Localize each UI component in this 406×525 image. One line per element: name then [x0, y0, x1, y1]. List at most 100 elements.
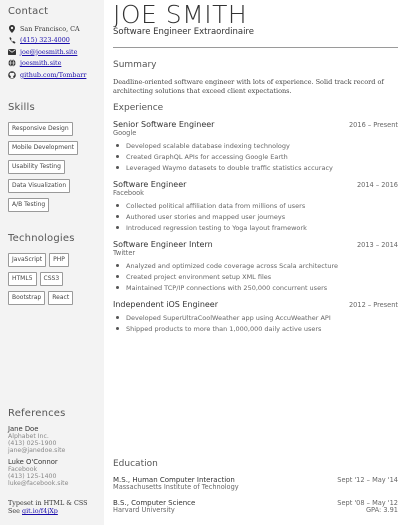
header-divider [113, 47, 398, 48]
person-title: Software Engineer Extraordinaire [113, 27, 254, 37]
list-item: Analyzed and optimized code coverage acr… [113, 260, 398, 271]
typeset-note: Typeset in HTML & CSS See git.io/f4jXp [8, 499, 104, 515]
list-item: Created project environment setup XML fi… [113, 271, 398, 282]
bullet-text: Authored user stories and mapped user jo… [126, 212, 286, 221]
summary-heading: Summary [113, 59, 157, 70]
reference-phone: (413) 125-1400 [8, 472, 57, 480]
contact-phone-link[interactable]: (415) 323-4000 [20, 36, 70, 44]
contact-email-link[interactable]: joe@joesmith.site [20, 48, 77, 56]
phone-icon [8, 36, 16, 44]
education-dates: Sept '12 – May '14 [337, 476, 398, 484]
job-title: Senior Software Engineer [113, 120, 215, 130]
bullet-text: Developed scalable database indexing tec… [126, 141, 290, 150]
job-bullets: Analyzed and optimized code coverage acr… [113, 260, 398, 293]
technology-tag: JavaScript [8, 252, 47, 267]
technology-tag: CSS3 [39, 271, 64, 286]
job-company: Twitter [113, 249, 136, 258]
contact-heading: Contact [8, 6, 49, 17]
reference-company: Facebook [8, 465, 38, 473]
reference-email: luke@facebook.site [8, 480, 69, 488]
experience-heading: Experience [113, 103, 164, 114]
contact-list: San Francisco, CA (415) 323-4000 joe@joe… [8, 23, 97, 81]
education-entry: B.S., Computer Science Sept '08 – May '1… [113, 499, 398, 515]
contact-email[interactable]: joe@joesmith.site [8, 46, 97, 58]
contact-phone[interactable]: (415) 323-4000 [8, 35, 97, 47]
technology-tag: React [48, 290, 74, 305]
contact-website[interactable]: joesmith.site [8, 58, 97, 70]
sidebar: Contact San Francisco, CA (415) 323-4000… [0, 0, 104, 525]
see-text: See [8, 507, 20, 515]
references-section: References Jane Doe Alphabet Inc. (413) … [8, 408, 100, 487]
job-entry: Senior Software Engineer 2016 – Present … [113, 120, 398, 173]
job-dates: 2013 – 2014 [356, 241, 398, 250]
reference-name: Luke O'Connor [8, 457, 58, 466]
bullet-text: Developed SuperUltraCoolWeather app usin… [126, 313, 331, 322]
skill-tag: A/B Testing [8, 197, 50, 212]
technologies-heading: Technologies [8, 232, 75, 244]
education-gpa: GPA: 3.91 [365, 505, 398, 514]
bullet-text: Created GraphQL APIs for accessing Googl… [126, 152, 288, 161]
main-content: JOE SMITH Software Engineer Extraordinai… [104, 0, 406, 525]
job-entry: Independent iOS Engineer 2012 – Present … [113, 300, 398, 334]
job-bullets: Developed SuperUltraCoolWeather app usin… [113, 312, 398, 334]
education-section: Education M.S., Human Computer Interacti… [113, 459, 398, 514]
contact-github[interactable]: github.com/Tombarr [8, 69, 97, 81]
reference-entry: Luke O'Connor Facebook (413) 125-1400 lu… [8, 458, 100, 488]
list-item: Collected political affiliation data fro… [113, 200, 398, 211]
summary-text: Deadline-oriented software engineer with… [113, 77, 384, 95]
job-title: Software Engineer [113, 180, 187, 190]
list-item: Maintained TCP/IP connections with 250,0… [113, 282, 398, 293]
typeset-source: See git.io/f4jXp [8, 507, 104, 515]
job-entry: Software Engineer 2014 – 2016 Facebook C… [113, 180, 398, 233]
skills-heading: Skills [8, 101, 35, 113]
bullet-text: Shipped products to more than 1,000,000 … [126, 324, 322, 333]
job-title: Software Engineer Intern [113, 240, 213, 250]
technologies-list: JavaScript PHP HTML5 CSS3 Bootstrap Reac… [8, 252, 88, 310]
bullet-text: Collected political affiliation data fro… [126, 201, 306, 210]
contact-location-text: San Francisco, CA [20, 24, 80, 33]
references-heading: References [8, 408, 66, 419]
technology-tag: Bootstrap [8, 290, 46, 305]
bullet-text: Maintained TCP/IP connections with 250,0… [126, 283, 328, 292]
contact-location: San Francisco, CA [8, 23, 97, 35]
education-school: Massachusetts Institute of Technology [113, 483, 239, 491]
bullet-text: Leveraged Waymo datasets to double traff… [126, 163, 333, 172]
skill-tag: Responsive Design [8, 121, 73, 136]
bullet-text: Introduced regression testing to Yoga la… [126, 223, 307, 232]
typeset-text: Typeset in HTML & CSS [8, 499, 88, 507]
job-title: Independent iOS Engineer [113, 300, 219, 310]
list-item: Shipped products to more than 1,000,000 … [113, 323, 398, 334]
contact-website-link[interactable]: joesmith.site [20, 59, 61, 67]
globe-icon [8, 59, 16, 67]
list-item: Created GraphQL APIs for accessing Googl… [113, 151, 398, 162]
person-name: JOE SMITH [113, 3, 248, 27]
skills-list: Responsive Design Mobile Development Usa… [8, 121, 97, 217]
job-company: Google [113, 129, 137, 138]
skill-tag: Data Visualization [8, 178, 71, 193]
source-link[interactable]: git.io/f4jXp [22, 507, 58, 515]
technology-tag: HTML5 [8, 271, 37, 286]
reference-name: Jane Doe [8, 425, 39, 433]
job-bullets: Collected political affiliation data fro… [113, 200, 398, 233]
education-school: Harvard University [113, 505, 175, 514]
job-dates: 2014 – 2016 [356, 181, 398, 190]
bullet-text: Analyzed and optimized code coverage acr… [126, 261, 339, 270]
email-icon [8, 48, 16, 56]
job-dates: 2016 – Present [348, 121, 398, 130]
skill-tag: Usability Testing [8, 159, 65, 174]
job-entry: Software Engineer Intern 2013 – 2014 Twi… [113, 240, 398, 293]
technology-tag: PHP [49, 252, 69, 267]
reference-email: jane@janedoe.site [8, 447, 66, 455]
list-item: Authored user stories and mapped user jo… [113, 211, 398, 222]
bullet-text: Created project environment setup XML fi… [126, 272, 272, 281]
list-item: Developed SuperUltraCoolWeather app usin… [113, 312, 398, 323]
education-entry: M.S., Human Computer Interaction Sept '1… [113, 476, 398, 492]
job-bullets: Developed scalable database indexing tec… [113, 140, 398, 173]
list-item: Developed scalable database indexing tec… [113, 140, 398, 151]
list-item: Leveraged Waymo datasets to double traff… [113, 162, 398, 173]
reference-company: Alphabet Inc. [8, 433, 49, 440]
list-item: Introduced regression testing to Yoga la… [113, 222, 398, 233]
github-icon [8, 70, 16, 79]
contact-github-link[interactable]: github.com/Tombarr [20, 71, 86, 79]
job-company: Facebook [113, 189, 144, 198]
